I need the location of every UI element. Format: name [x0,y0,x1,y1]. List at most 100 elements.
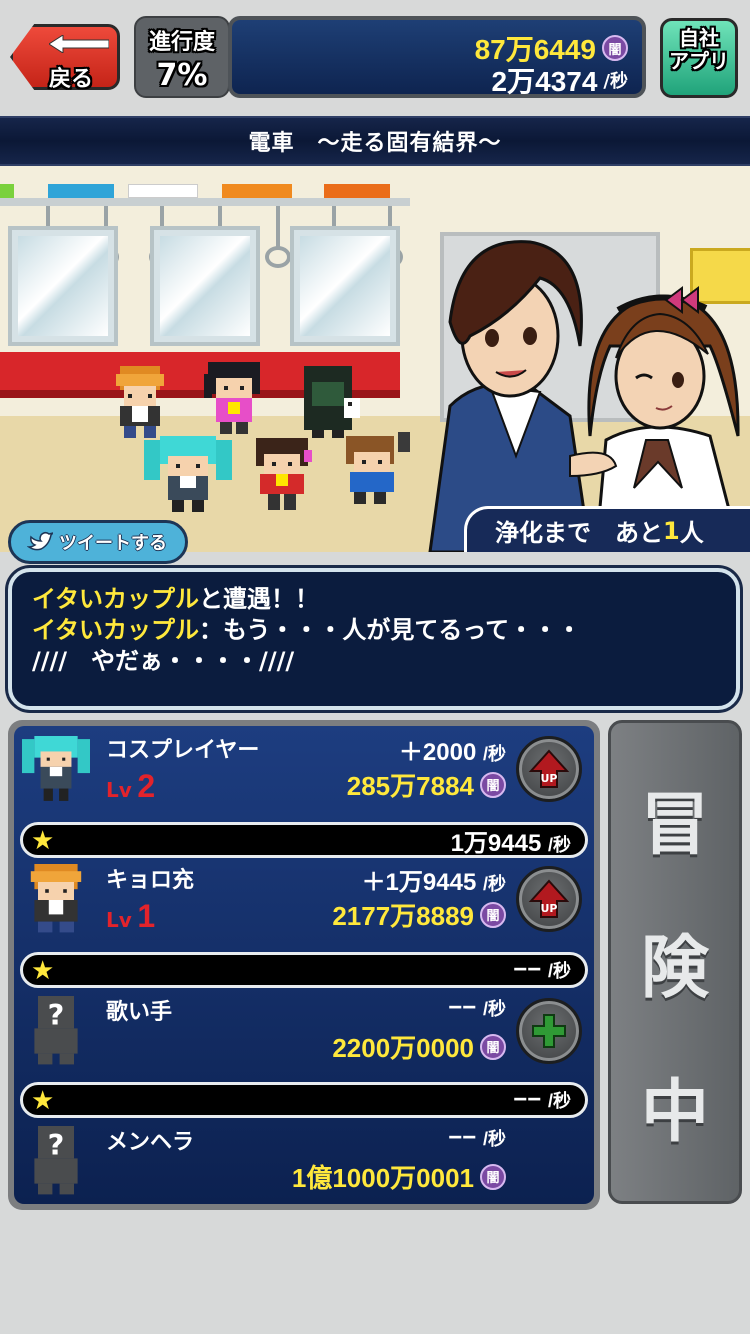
level-up-button[interactable]: UP [516,736,582,802]
rate-amount: 2万4374 [491,66,598,97]
chibi-girl-red [256,438,312,510]
adventure-char: 冒 [640,786,709,866]
app-label-line2: アプリ [669,49,729,73]
unit-level: Lv 2 [106,768,156,804]
up-arrow-icon: UP [528,879,570,918]
resource-display: 87万6449 闇 2万4374 /秒 [228,16,646,98]
unit-rate: −− /秒 [448,994,506,1021]
stage-title: 電車 ～走る固有結界～ [248,131,502,156]
unit-level: Lv 1 [106,898,156,934]
purify-unit: 人 [679,519,704,547]
back-button[interactable]: 戻る [10,24,120,90]
own-apps-button[interactable]: 自社 アプリ [660,18,738,98]
progress-value: 7% [156,58,208,93]
cosplayer-avatar [22,736,90,801]
message-line-3: //// やだぁ・・・・//// [32,646,716,677]
up-arrow-icon: UP [528,749,570,788]
train-window [150,226,260,346]
unit-panel: コスプレイヤー Lv 2 ＋2000 /秒 285万7884 闇 UP ★ 1万… [8,720,600,1210]
add-unit-button[interactable] [516,998,582,1064]
per-sec-label: /秒 [603,71,628,92]
unknown-avatar: ? [34,996,78,1065]
chibi-cosplayer [144,436,232,512]
left-arrow-icon [49,35,109,53]
svg-text:UP: UP [541,902,558,915]
yami-currency-icon: 闇 [480,901,506,928]
message-line-2: イタいカップル：もう・・・人が見てるって・・・ [32,615,716,646]
unit-name: 歌い手 [106,1000,173,1025]
adventure-status-button[interactable]: 冒 険 中 [608,720,742,1204]
train-window [8,226,118,346]
message-box: イタいカップルと遭遇！！ イタいカップル：もう・・・人が見てるって・・・ ///… [8,568,740,710]
game-scene: 浄化まで あと 1 人 [0,166,750,552]
unit-rate-bar: ★ 1万9445 /秒 [20,822,588,858]
message-text: と遭遇！！ [199,585,320,613]
unit-list: コスプレイヤー Lv 2 ＋2000 /秒 285万7884 闇 UP ★ 1万… [14,726,594,1204]
unit-cost: 1億1000万0001 闇 [292,1158,506,1195]
level-up-button[interactable]: UP [516,866,582,932]
hand-rail [0,198,410,206]
enemy-name: イタいカップル [32,616,200,644]
unit-row: ? メンヘラ −− /秒 1億1000万0001 闇 [14,1118,594,1214]
purify-counter: 浄化まで あと 1 人 [464,506,750,552]
bird-icon [27,531,53,551]
train-window [290,226,400,346]
ad-strip [0,184,14,198]
couple-enemy-illustration [428,240,742,552]
ad-strip [48,184,114,198]
purify-count: 1 [663,516,680,545]
unit-name: メンヘラ [106,1130,195,1155]
progress-indicator: 進行度 7% [134,16,230,98]
yami-currency-icon: 闇 [602,35,628,61]
top-bar: 戻る 進行度 7% 87万6449 闇 2万4374 /秒 自社 アプリ [0,0,750,112]
star-icon: ★ [31,956,55,986]
progress-label: 進行度 [148,30,215,55]
rate-total: −− /秒 [513,1086,571,1113]
message-text: ：もう・・・人が見てるって・・・ [199,616,582,644]
unit-rate: −− /秒 [448,1124,506,1151]
rate-total: 1万9445 /秒 [450,829,571,857]
unit-rate-bar: ★ −− /秒 [20,1082,588,1118]
strap-ring [265,246,291,268]
chibi-girl-pink [204,362,260,434]
message-text: //// やだぁ・・・・//// [32,647,295,675]
stage-title-bar: 電車 ～走る固有結界～ [0,116,750,166]
purify-label: 浄化まで あと [495,519,663,547]
app-label-line1: 自社 [679,26,719,50]
strap [276,206,280,250]
svg-text:UP: UP [541,772,558,785]
chibi-boy-blue [346,432,410,504]
rate-total: −− /秒 [513,956,571,983]
unit-cost: 285万7884 闇 [347,766,506,803]
resource-rate: 2万4374 /秒 [492,60,628,100]
svg-text:?: ? [48,998,65,1032]
tweet-label: ツイートする [59,533,167,554]
yami-currency-icon: 闇 [480,771,506,798]
unit-rate-bar: ★ −− /秒 [20,952,588,988]
ad-strip [128,184,198,198]
unknown-avatar: ? [34,1126,78,1195]
kyorojuu-avatar [30,864,82,933]
unit-row: ? 歌い手 −− /秒 2200万0000 闇 [14,988,594,1084]
unit-name: キョロ充 [106,868,195,893]
unit-row: キョロ充 Lv 1 ＋1万9445 /秒 2177万8889 闇 UP [14,856,594,952]
star-icon: ★ [31,1086,55,1116]
message-line-1: イタいカップルと遭遇！！ [32,584,716,615]
plus-icon [532,1014,566,1048]
unit-name: コスプレイヤー [106,738,260,763]
unit-row: コスプレイヤー Lv 2 ＋2000 /秒 285万7884 闇 UP [14,726,594,822]
adventure-char: 険 [640,929,709,1009]
tweet-button[interactable]: ツイートする [8,520,188,564]
enemy-name: イタいカップル [32,585,200,613]
ad-strip [324,184,390,198]
unit-rate: ＋1万9445 /秒 [361,869,506,896]
unit-rate: ＋2000 /秒 [398,739,506,766]
chibi-hooded [304,366,360,438]
adventure-char: 中 [640,1072,709,1152]
unit-cost: 2177万8889 闇 [332,896,506,933]
unit-cost: 2200万0000 闇 [332,1028,506,1065]
yami-currency-icon: 闇 [480,1163,506,1190]
ad-strip [222,184,292,198]
chibi-kyorojuu [116,366,164,438]
star-icon: ★ [31,826,55,856]
